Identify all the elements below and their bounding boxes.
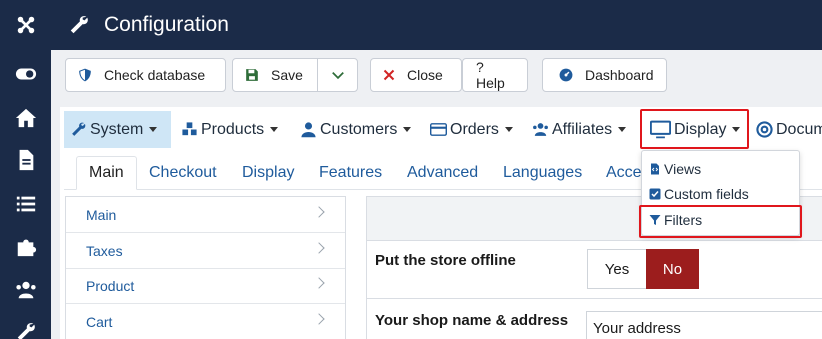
joomla-logo-icon[interactable] [0, 3, 51, 47]
puzzle-icon[interactable] [0, 225, 51, 269]
dropdown-item-filters[interactable]: Filters [642, 208, 799, 232]
filter-icon [649, 215, 661, 225]
dashboard-icon [559, 68, 573, 82]
tab-main[interactable]: Main [76, 156, 137, 190]
menu-display-label: Display [674, 120, 727, 138]
close-button[interactable]: Close [370, 58, 462, 92]
users-icon [533, 123, 548, 136]
list-item[interactable]: Taxes [66, 233, 345, 269]
store-offline-label: Put the store offline [375, 252, 516, 269]
code-file-icon [651, 163, 659, 175]
menu-documentation-label: Docum [776, 120, 822, 138]
menu-customers-label: Customers [320, 120, 398, 138]
save-button[interactable]: Save [232, 58, 318, 92]
home-icon[interactable] [0, 96, 51, 140]
cubes-icon [182, 122, 197, 136]
toolbar: Check database Save Close ? Help Dashboa… [51, 50, 822, 100]
display-dropdown-menu: Views Custom fields Filters [641, 150, 800, 236]
tab-features[interactable]: Features [307, 156, 394, 190]
tab-advanced[interactable]: Advanced [395, 156, 490, 190]
checkbox-icon [649, 188, 661, 200]
chevron-right-icon [313, 206, 325, 218]
divider [367, 298, 822, 299]
dashboard-button[interactable]: Dashboard [542, 58, 667, 92]
menu-customers[interactable]: Customers [294, 111, 417, 148]
chevron-right-icon [313, 242, 325, 254]
close-icon [383, 69, 395, 81]
dropdown-item-label: Custom fields [664, 186, 749, 202]
menu-system[interactable]: System [64, 111, 171, 148]
toggle-menu-icon[interactable] [0, 52, 51, 96]
help-label: ? Help [476, 59, 505, 91]
life-ring-icon [756, 121, 773, 138]
chevron-right-icon [313, 277, 325, 289]
wrench-icon [72, 122, 86, 136]
shield-icon [79, 68, 91, 82]
store-offline-no-button[interactable]: No [646, 249, 699, 289]
wrench-icon[interactable] [0, 310, 51, 339]
config-menu-bar: System Products Customers Orders Affilia… [64, 111, 822, 148]
side-rail [0, 0, 51, 339]
list-item[interactable]: Cart [66, 304, 345, 339]
chevron-right-icon [313, 313, 325, 325]
save-label: Save [271, 67, 303, 83]
dropdown-item-views[interactable]: Views [642, 157, 799, 181]
dashboard-label: Dashboard [585, 67, 654, 83]
document-icon[interactable] [0, 138, 51, 182]
shop-name-field[interactable]: Your address [586, 311, 822, 339]
menu-orders-label: Orders [450, 120, 499, 138]
help-button[interactable]: ? Help [462, 58, 528, 92]
list-item[interactable]: Main [66, 197, 345, 233]
user-icon [301, 122, 316, 138]
title-bar: Configuration [51, 0, 822, 50]
menu-documentation[interactable]: Docum [750, 111, 822, 148]
menu-system-label: System [90, 120, 144, 138]
dropdown-item-label: Views [664, 161, 702, 177]
wrench-icon [70, 16, 88, 34]
save-dropdown-toggle[interactable] [317, 58, 358, 92]
tab-languages[interactable]: Languages [491, 156, 594, 190]
check-database-button[interactable]: Check database [65, 58, 226, 92]
menu-affiliates-label: Affiliates [552, 120, 613, 138]
menu-products-label: Products [201, 120, 265, 138]
dropdown-item-label: Filters [664, 212, 703, 228]
chevron-down-icon [331, 72, 344, 80]
menu-products[interactable]: Products [175, 111, 284, 148]
menu-orders[interactable]: Orders [424, 111, 519, 148]
store-offline-yes-button[interactable]: Yes [587, 249, 647, 289]
tab-display[interactable]: Display [230, 156, 306, 190]
users-icon[interactable] [0, 268, 51, 312]
list-item-label: Cart [86, 313, 113, 330]
tab-checkout[interactable]: Checkout [137, 156, 229, 190]
check-database-label: Check database [104, 67, 206, 83]
list-item[interactable]: Product [66, 268, 345, 304]
list-item-label: Main [86, 206, 117, 223]
menu-display[interactable]: Display [644, 111, 746, 148]
menu-affiliates[interactable]: Affiliates [526, 111, 632, 148]
close-label: Close [407, 67, 443, 83]
credit-card-icon [430, 123, 447, 136]
list-item-label: Taxes [86, 242, 123, 259]
monitor-icon [650, 120, 671, 139]
list-item-label: Product [86, 277, 135, 294]
save-icon [246, 69, 258, 81]
dropdown-item-custom-fields[interactable]: Custom fields [642, 182, 799, 206]
list-icon[interactable] [0, 182, 51, 226]
page-title: Configuration [104, 13, 229, 36]
section-list: Main Taxes Product Cart [65, 196, 346, 339]
shop-name-label: Your shop name & address [375, 312, 569, 329]
